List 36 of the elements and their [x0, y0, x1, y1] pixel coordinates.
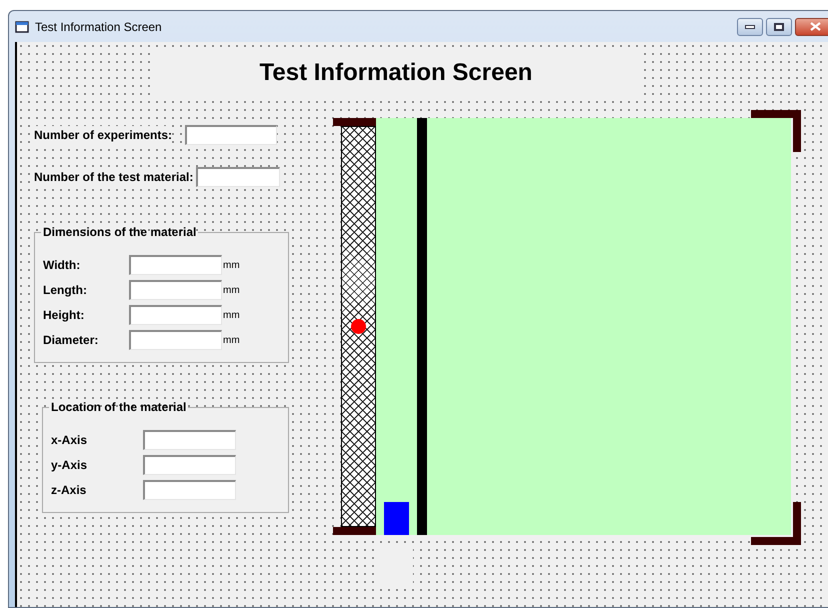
input-field[interactable] [129, 255, 222, 275]
close-icon [810, 22, 820, 31]
input-field[interactable] [143, 455, 236, 475]
app-icon [15, 20, 29, 32]
top-cap [333, 118, 376, 126]
minimize-button[interactable] [737, 18, 763, 36]
input-field[interactable] [129, 330, 222, 350]
field-label: Diameter: [43, 332, 100, 349]
unit-label: mm [223, 258, 240, 272]
unit-label: mm [223, 308, 240, 322]
input-field[interactable] [185, 125, 278, 145]
corner-bracket [751, 502, 801, 545]
input-field[interactable] [129, 280, 222, 300]
input-field[interactable] [129, 305, 222, 325]
sample-block [384, 502, 409, 535]
field-label: z-Axis [51, 482, 88, 499]
field-label: Height: [43, 307, 86, 324]
unit-label: mm [223, 334, 240, 348]
field-label: Width: [43, 257, 82, 274]
field-label: Length: [43, 282, 88, 299]
corner-bracket [751, 110, 801, 152]
maximize-icon [774, 22, 784, 30]
input-field[interactable] [143, 480, 236, 500]
bottom-cap [333, 527, 376, 535]
field-label: x-Axis [51, 432, 88, 449]
group-title: Location of the material [50, 399, 188, 416]
maximize-button[interactable] [766, 18, 792, 36]
input-field[interactable] [143, 430, 236, 450]
minimize-icon [745, 24, 755, 28]
window-title: Test Information Screen [35, 18, 162, 36]
field-label: y-Axis [51, 457, 88, 474]
unit-label: mm [223, 284, 240, 298]
group-title: Dimensions of the material [42, 224, 198, 241]
input-field[interactable] [196, 167, 280, 187]
close-button[interactable] [795, 18, 828, 36]
field-label: Number of experiments: [34, 126, 172, 144]
